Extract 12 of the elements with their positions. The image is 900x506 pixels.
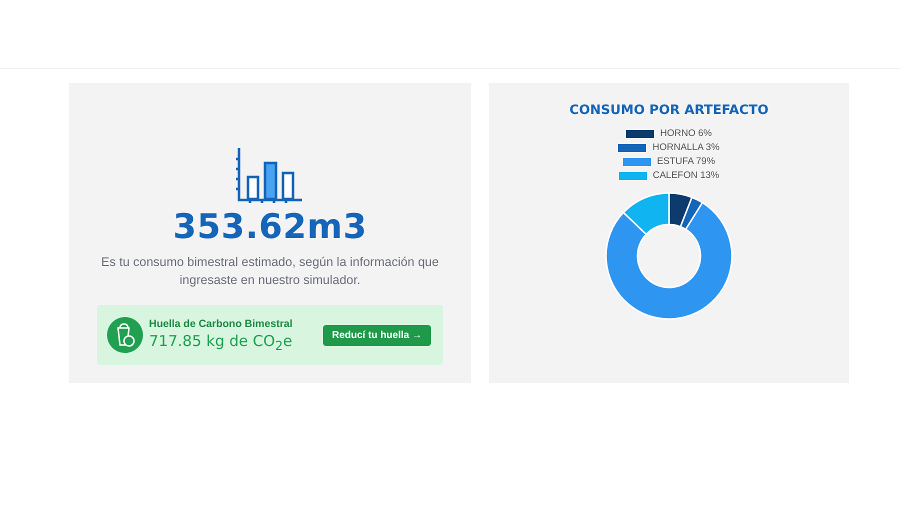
legend-label: ESTUFA 79% — [656, 156, 716, 167]
consumption-description: Es tu consumo bimestral estimado, según la información que ingresaste en nuestro simulador. — [100, 254, 440, 289]
chart-title: CONSUMO POR ARTEFACTO — [569, 103, 769, 118]
reduce-footprint-button[interactable]: Reducí tu huella → — [322, 324, 431, 346]
legend-label: HORNO 6% — [660, 128, 712, 139]
cup-icon — [107, 317, 143, 353]
legend-label: HORNALLA 3% — [652, 142, 720, 153]
footprint-title: Huella de Carbono Bimestral — [149, 318, 294, 330]
legend-label: CALEFON 13% — [652, 170, 720, 181]
footprint-value: 717.85 kg de CO$_{2}$e — [149, 332, 294, 352]
consumption-value: 353.62m3 — [172, 207, 368, 247]
bar-chart-icon — [236, 147, 304, 203]
